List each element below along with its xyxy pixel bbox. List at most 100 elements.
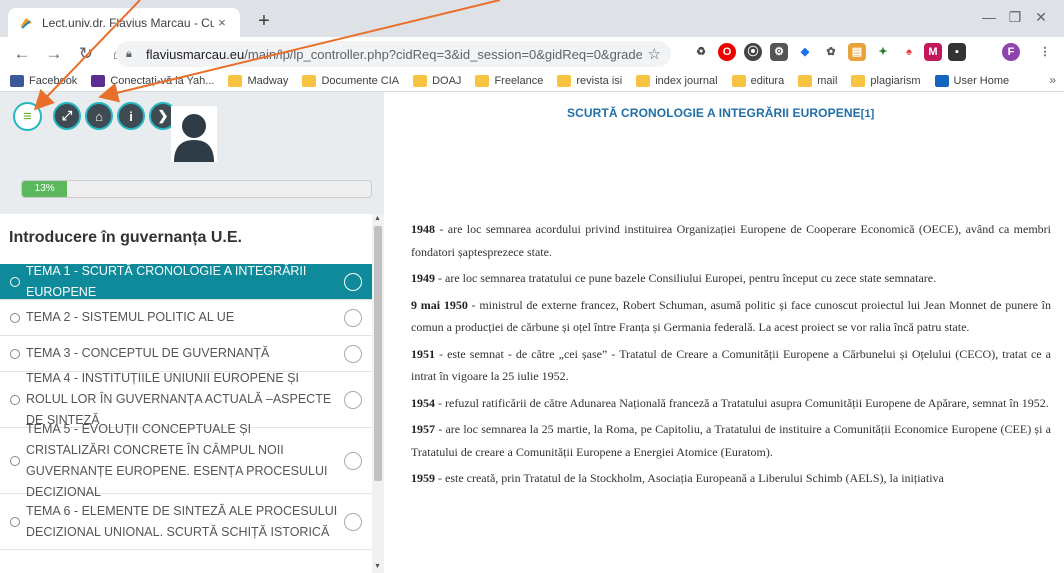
bookmark-label: editura (750, 74, 785, 87)
browser-tab[interactable]: Lect.univ.dr. Flavius Marcau - Cu × (8, 8, 240, 37)
radio-icon (10, 516, 20, 527)
bookmark-label: Conectați-vă la Yah... (110, 74, 215, 87)
lesson-item[interactable]: TEMA 2 - SISTEMUL POLITIC AL UE (0, 300, 372, 336)
extension-icon[interactable]: ▤ (848, 43, 866, 61)
learning-path-sidebar: ≡ ⤢ ⌂ i ❯ 13% Introducere în guvernanța … (0, 92, 384, 573)
bookmark-label: User Home (953, 74, 1010, 87)
lesson-label: TEMA 3 - CONCEPTUL DE GUVERNANȚĂ (26, 346, 270, 360)
reload-icon[interactable]: ↻ (74, 42, 98, 66)
completion-status-icon (344, 512, 362, 531)
tab-close-icon[interactable]: × (214, 15, 230, 30)
lesson-item[interactable]: TEMA 5 - EVOLUȚII CONCEPTUALE ȘI CRISTAL… (0, 422, 372, 499)
entry-text: - este creată, prin Tratatul de la Stock… (435, 471, 944, 485)
menu-toggle-button[interactable]: ≡ (13, 102, 42, 131)
bookmark-star-icon[interactable]: ☆ (648, 45, 661, 63)
bookmark-item[interactable]: Documente CIA (302, 74, 400, 87)
browser-menu-icon[interactable]: ⋮ (1036, 43, 1054, 61)
address-bar[interactable]: 🔒︎ flaviusmarcau.eu/main/lp/lp_controlle… (116, 41, 671, 67)
fullscreen-button[interactable]: ⤢ (53, 102, 81, 130)
home-icon (934, 74, 949, 87)
lesson-label: TEMA 5 - EVOLUȚII CONCEPTUALE ȘI CRISTAL… (26, 421, 328, 499)
bookmark-label: Documente CIA (321, 74, 400, 87)
chronology-entry: 1949 - are loc semnarea tratatului ce pu… (411, 267, 1051, 290)
bookmark-item[interactable]: DOAJ (413, 74, 462, 87)
bookmark-label: DOAJ (432, 74, 462, 87)
bookmark-item[interactable]: editura (731, 74, 785, 87)
folder-icon (475, 74, 490, 87)
sidebar-scrollbar[interactable]: ▲ ▼ (372, 214, 384, 573)
footnote-link[interactable]: [1] (861, 108, 875, 120)
folder-icon (228, 74, 243, 87)
extension-icon[interactable]: ⦿ (744, 43, 762, 61)
extension-icon[interactable]: ✿ (822, 43, 840, 61)
back-icon[interactable]: ← (10, 42, 34, 66)
bookmark-item[interactable]: revista isi (557, 74, 623, 87)
scroll-up-icon[interactable]: ▲ (374, 215, 381, 222)
extension-icon[interactable]: ♻ (692, 43, 710, 61)
entry-text: - are loc semnarea acordului privind ins… (411, 222, 1051, 259)
entry-year: 1948 (411, 222, 435, 236)
user-avatar (171, 106, 217, 162)
extension-icon[interactable]: ▪ (948, 43, 966, 61)
bookmark-label: mail (817, 74, 838, 87)
info-button[interactable]: i (117, 102, 145, 130)
chronology-text: 1948 - are loc semnarea acordului privin… (411, 218, 1051, 494)
bookmark-label: revista isi (576, 74, 623, 87)
chronology-entry: 9 mai 1950 - ministrul de externe france… (411, 294, 1051, 339)
close-window-icon[interactable]: ✕ (1018, 4, 1064, 30)
lesson-item[interactable]: TEMA 6 - ELEMENTE DE SINTEZĂ ALE PROCESU… (0, 494, 372, 550)
lesson-label: TEMA 6 - ELEMENTE DE SINTEZĂ ALE PROCESU… (26, 503, 338, 539)
new-tab-button[interactable]: + (250, 8, 278, 34)
entry-year: 1957 (411, 422, 435, 436)
bookmark-label: Facebook (29, 74, 78, 87)
extension-icon[interactable]: ♠ (900, 43, 918, 61)
radio-icon (10, 455, 20, 466)
extension-icon[interactable]: ⚙ (770, 43, 788, 61)
bookmark-item[interactable]: plagiarism (851, 74, 921, 87)
site-favicon-icon (18, 15, 34, 31)
chronology-entry: 1957 - are loc semnarea la 25 martie, la… (411, 418, 1051, 463)
fb-icon (10, 74, 24, 87)
extension-icon[interactable]: ◆ (796, 43, 814, 61)
chronology-entry: 1954 - refuzul ratificării de către Adun… (411, 392, 1051, 415)
bookmark-item[interactable]: Madway (228, 74, 289, 87)
folder-icon (731, 74, 746, 87)
extension-icon[interactable]: M (924, 43, 942, 61)
sidebar-header: ≡ ⤢ ⌂ i ❯ 13% (0, 92, 384, 214)
lock-icon: 🔒︎ (126, 47, 132, 60)
bookmark-item[interactable]: Conectați-vă la Yah... (91, 74, 215, 87)
home-button[interactable]: ⌂ (85, 102, 113, 130)
radio-icon (10, 312, 20, 323)
entry-text: - are loc semnarea tratatului ce pune ba… (435, 271, 937, 285)
completion-status-icon (344, 272, 362, 291)
bookmark-item[interactable]: Freelance (475, 74, 543, 87)
progress-bar: 13% (21, 180, 372, 198)
extension-icon[interactable]: O (718, 43, 736, 61)
lesson-item[interactable]: TEMA 3 - CONCEPTUL DE GUVERNANȚĂ (0, 336, 372, 372)
profile-avatar[interactable]: F (1002, 43, 1020, 61)
scroll-down-icon[interactable]: ▼ (374, 563, 381, 570)
more-bookmarks-icon[interactable]: » (1049, 73, 1056, 87)
chronology-entry: 1948 - are loc semnarea acordului privin… (411, 218, 1051, 263)
bookmark-item[interactable]: index journal (636, 74, 718, 87)
lesson-item[interactable]: TEMA 1 - SCURTĂ CRONOLOGIE A INTEGRĂRII … (0, 264, 372, 300)
bookmark-label: Madway (247, 74, 289, 87)
bookmark-item[interactable]: Facebook (10, 74, 78, 87)
scrollbar-thumb[interactable] (374, 226, 382, 481)
progress-bar-fill: 13% (22, 181, 68, 197)
completion-status-icon (344, 308, 362, 327)
bookmark-item[interactable]: User Home (934, 74, 1010, 87)
extension-icon[interactable]: ✦ (874, 43, 892, 61)
forward-icon[interactable]: → (42, 42, 66, 66)
entry-year: 9 mai 1950 (411, 297, 468, 312)
chronology-entry: 1951 - este semnat - de către „cei șase”… (411, 343, 1051, 388)
document-title: SCURTĂ CRONOLOGIE A INTEGRĂRII EUROPENE[… (567, 106, 875, 120)
bookmark-label: plagiarism (870, 74, 921, 87)
completion-status-icon (344, 451, 362, 470)
entry-text: - ministrul de externe francez, Robert S… (411, 297, 1051, 335)
bookmarks-bar: Facebook Conectați-vă la Yah... Madway Docu… (0, 70, 1064, 92)
mail-icon (91, 74, 106, 87)
bookmark-item[interactable]: mail (798, 74, 838, 87)
folder-icon (798, 74, 813, 87)
lesson-content: SCURTĂ CRONOLOGIE A INTEGRĂRII EUROPENE[… (385, 92, 1064, 573)
